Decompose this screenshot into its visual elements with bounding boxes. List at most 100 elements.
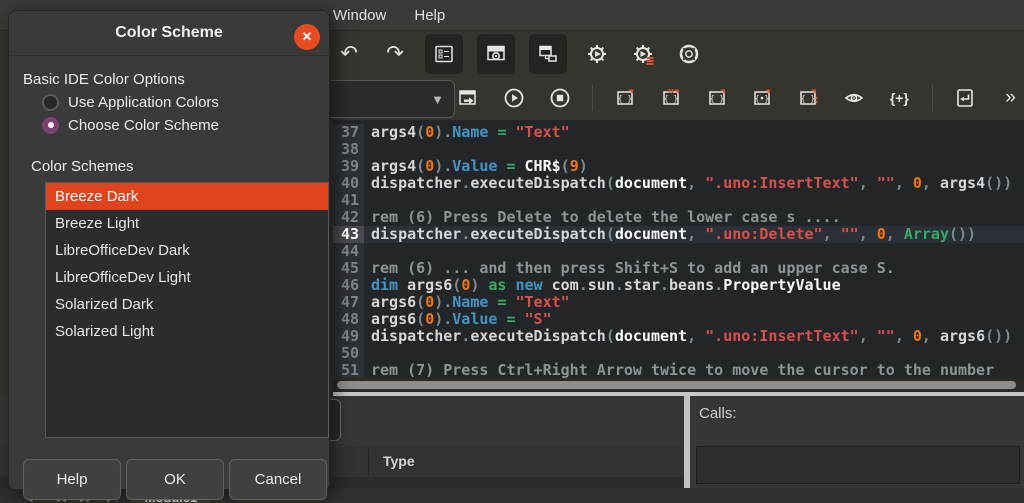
line-number: 42: [333, 209, 364, 226]
step-out-button[interactable]: { }: [703, 81, 730, 115]
scheme-option-breeze-light[interactable]: Breeze Light: [46, 210, 328, 237]
scheme-option-solarized-light[interactable]: Solarized Light: [46, 318, 328, 345]
line-number: 41: [333, 192, 364, 209]
goto-line-button[interactable]: [952, 81, 979, 115]
radio-label: Choose Color Scheme: [68, 117, 219, 134]
basic-macros-button[interactable]: [581, 37, 613, 71]
menu-window[interactable]: Window: [333, 7, 386, 24]
step-out-icon: { }: [706, 87, 728, 109]
stacked-windows-button[interactable]: [529, 34, 567, 74]
run-button[interactable]: [501, 81, 528, 115]
code-line-47: 47args6(0).Name = "Text": [333, 294, 1024, 311]
line-number: 46: [333, 277, 364, 294]
more-commands-icon: »: [1005, 87, 1016, 109]
code-text: rem (6) ... and then press Shift+S to ad…: [364, 260, 895, 277]
code-text: args6(0).Value = "S": [364, 311, 552, 328]
help-button[interactable]: Help: [23, 459, 121, 500]
svg-text:{ }: { }: [664, 94, 678, 103]
code-line-46: 46dim args6(0) as new com.sun.star.beans…: [333, 277, 1024, 294]
calls-list[interactable]: [696, 446, 1020, 484]
compile-icon: [457, 87, 479, 109]
code-text: [364, 243, 371, 260]
svg-text:{ }: { }: [709, 94, 723, 103]
object-catalog-button[interactable]: [425, 34, 463, 74]
code-line-48: 48args6(0).Value = "S": [333, 311, 1024, 328]
code-text: [364, 141, 371, 158]
line-number: 49: [333, 328, 364, 345]
calls-panel: Calls:: [690, 396, 1024, 488]
radio-option-choose-color-scheme[interactable]: Choose Color Scheme: [42, 114, 219, 136]
code-text: args6(0).Name = "Text": [364, 294, 570, 311]
compile-button[interactable]: [455, 81, 482, 115]
line-number: 40: [333, 175, 364, 192]
line-number: 50: [333, 345, 364, 362]
scheme-listbox[interactable]: Breeze DarkBreeze LightLibreOfficeDev Da…: [45, 182, 329, 438]
line-number: 48: [333, 311, 364, 328]
code-line-39: 39args4(0).Value = CHR$(9): [333, 158, 1024, 175]
code-text: rem (6) Press Delete to delete the lower…: [364, 209, 841, 226]
toolbar-standard: ↶↷: [333, 31, 1024, 76]
schemes-section-label: Color Schemes: [31, 158, 134, 175]
cancel-button[interactable]: Cancel: [229, 459, 327, 500]
code-line-38: 38: [333, 141, 1024, 158]
line-number: 47: [333, 294, 364, 311]
color-scheme-dialog: Color Scheme ✕ Basic IDE Color Options U…: [8, 10, 330, 490]
stop-button[interactable]: [546, 81, 573, 115]
watched-expressions-button[interactable]: [477, 34, 515, 74]
options-section-label: Basic IDE Color Options: [23, 71, 185, 88]
line-number: 39: [333, 158, 364, 175]
code-text: args4(0).Value = CHR$(9): [364, 158, 588, 175]
enable-watch-icon: [843, 87, 865, 109]
more-commands-button[interactable]: »: [997, 81, 1024, 115]
code-editor[interactable]: 37args4(0).Name = "Text"3839args4(0).Val…: [333, 120, 1024, 378]
redo-button[interactable]: ↷: [379, 37, 411, 71]
manage-breakpoints-icon: { }: [797, 87, 819, 109]
stacked-windows-icon: [537, 43, 559, 65]
radio-unselected-icon[interactable]: [42, 94, 59, 111]
horizontal-scrollbar[interactable]: [333, 378, 1024, 392]
run-icon: [503, 87, 525, 109]
basic-macros-icon: [586, 43, 608, 65]
code-line-42: 42rem (6) Press Delete to delete the low…: [333, 209, 1024, 226]
line-number: 43: [333, 226, 364, 243]
line-number: 38: [333, 141, 364, 158]
line-number: 45: [333, 260, 364, 277]
scheme-option-breeze-dark[interactable]: Breeze Dark: [46, 183, 328, 210]
toolbar-separator: [932, 85, 933, 111]
manage-breakpoints-button[interactable]: { }: [795, 81, 822, 115]
type-column-header[interactable]: Type: [383, 453, 415, 469]
code-line-40: 40dispatcher.executeDispatch(document, "…: [333, 175, 1024, 192]
breakpoint-button[interactable]: { }: [749, 81, 776, 115]
code-line-51: 51rem (7) Press Ctrl+Right Arrow twice t…: [333, 362, 1024, 378]
code-line-37: 37args4(0).Name = "Text": [333, 124, 1024, 141]
close-icon[interactable]: ✕: [294, 24, 320, 50]
code-line-44: 44: [333, 243, 1024, 260]
undo-icon: ↶: [340, 43, 358, 64]
undo-button[interactable]: ↶: [333, 37, 365, 71]
step-into-button[interactable]: { }: [658, 81, 685, 115]
menu-help[interactable]: Help: [414, 7, 445, 24]
code-text: [364, 345, 371, 362]
macro-organizer-button[interactable]: [627, 37, 659, 71]
help-lifebuoy-button[interactable]: [673, 37, 705, 71]
code-text: dispatcher.executeDispatch(document, ".u…: [364, 226, 976, 243]
enable-watch-button[interactable]: [840, 81, 867, 115]
code-text: dispatcher.executeDispatch(document, ".u…: [364, 328, 1012, 345]
radio-selected-icon[interactable]: [42, 117, 59, 134]
scheme-option-libreofficedev-dark[interactable]: LibreOfficeDev Dark: [46, 237, 328, 264]
line-number: 44: [333, 243, 364, 260]
dialog-title: Color Scheme: [9, 11, 329, 56]
step-into-icon: { }: [660, 87, 682, 109]
radio-option-use-application-colors[interactable]: Use Application Colors: [42, 91, 219, 113]
toolbar-separator: [592, 85, 593, 111]
svg-text:{ }: { }: [618, 94, 632, 103]
ok-button[interactable]: OK: [126, 459, 224, 500]
code-text: dispatcher.executeDispatch(document, ".u…: [364, 175, 1012, 192]
scrollbar-thumb[interactable]: [337, 381, 1016, 389]
code-text: [364, 192, 371, 209]
scheme-option-solarized-dark[interactable]: Solarized Dark: [46, 291, 328, 318]
step-over-button[interactable]: { }: [612, 81, 639, 115]
scheme-option-libreofficedev-light[interactable]: LibreOfficeDev Light: [46, 264, 328, 291]
chevron-down-icon: ▼: [431, 92, 444, 107]
add-watch-button[interactable]: {+}: [886, 81, 913, 115]
